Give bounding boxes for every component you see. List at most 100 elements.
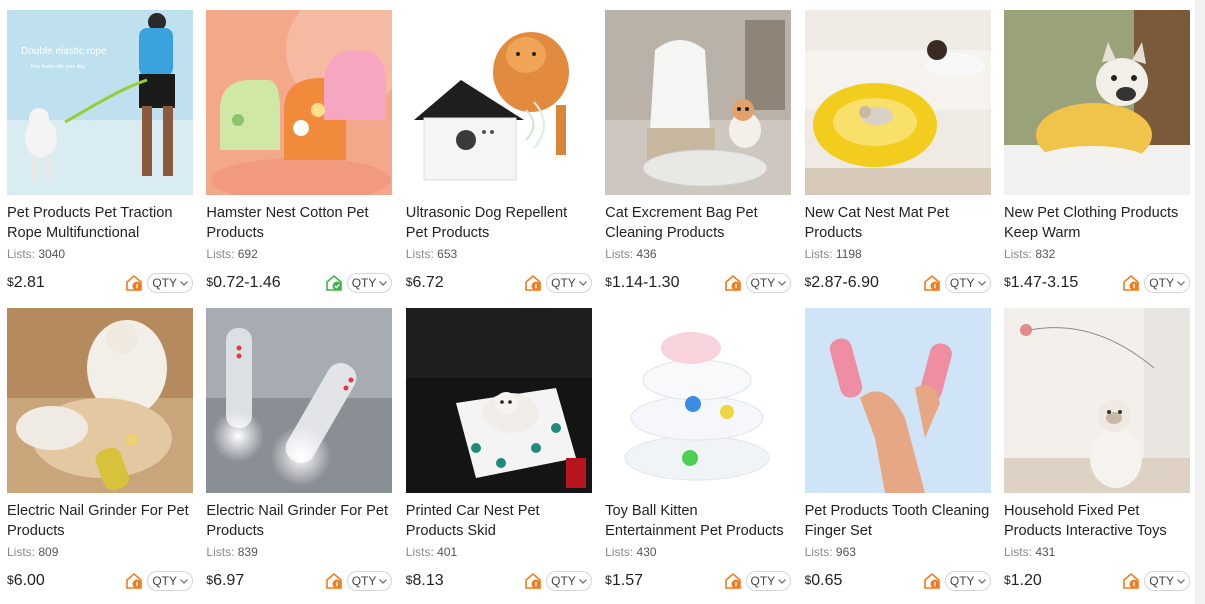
qty-dropdown[interactable]: QTY xyxy=(1144,273,1190,293)
product-price: $2.87-6.90 xyxy=(805,274,923,292)
store-badge-icon[interactable] xyxy=(1122,274,1140,292)
product-grid: Double elastic rope Run freely with your… xyxy=(7,10,1190,592)
qty-dropdown[interactable]: QTY xyxy=(147,273,193,293)
lists-label: Lists: xyxy=(206,247,235,261)
lists-count: 692 xyxy=(237,247,258,261)
price-currency: $ xyxy=(7,275,14,289)
product-title[interactable]: Cat Excrement Bag Pet Cleaning Products xyxy=(605,203,791,243)
lists-count: 839 xyxy=(237,545,258,559)
store-badge-icon[interactable] xyxy=(325,572,343,590)
price-value: 6.72 xyxy=(412,274,444,291)
qty-dropdown[interactable]: QTY xyxy=(546,273,592,293)
product-card[interactable]: Electric Nail Grinder For Pet Products L… xyxy=(206,308,393,592)
qty-dropdown[interactable]: QTY xyxy=(147,571,193,591)
chevron-down-icon xyxy=(778,579,787,584)
product-image[interactable] xyxy=(1003,10,1190,195)
product-card[interactable]: Cat Excrement Bag Pet Cleaning Products … xyxy=(605,10,792,294)
qty-dropdown[interactable]: QTY xyxy=(944,273,991,293)
product-image[interactable] xyxy=(605,308,792,493)
qty-dropdown[interactable]: QTY xyxy=(745,273,792,293)
chevron-down-icon xyxy=(778,281,787,286)
product-title[interactable]: Ultrasonic Dog Repellent Pet Products xyxy=(406,203,592,243)
qty-dropdown[interactable]: QTY xyxy=(745,571,792,591)
lists-count: 430 xyxy=(636,545,657,559)
product-image[interactable]: Double elastic rope Run freely with your… xyxy=(7,10,193,195)
qty-dropdown[interactable]: QTY xyxy=(546,571,592,591)
product-title[interactable]: Electric Nail Grinder For Pet Products xyxy=(7,501,193,541)
chevron-down-icon xyxy=(578,281,587,286)
price-currency: $ xyxy=(206,573,214,587)
product-lists: Lists: 430 xyxy=(605,544,791,560)
product-card[interactable]: Pet Products Tooth Cleaning Finger Set L… xyxy=(804,308,991,592)
product-title[interactable]: Toy Ball Kitten Entertainment Pet Produc… xyxy=(605,501,791,541)
store-badge-icon[interactable] xyxy=(524,572,542,590)
product-image[interactable] xyxy=(405,10,592,195)
verified-store-icon[interactable] xyxy=(325,274,343,292)
lists-label: Lists: xyxy=(605,247,634,261)
product-card[interactable]: Household Fixed Pet Products Interactive… xyxy=(1003,308,1190,592)
product-price: $6.97 xyxy=(206,572,324,590)
store-badge-icon[interactable] xyxy=(923,274,941,292)
product-image[interactable] xyxy=(804,10,991,195)
product-image[interactable] xyxy=(206,308,393,493)
lists-count: 963 xyxy=(835,545,856,559)
qty-label: QTY xyxy=(750,276,776,290)
qty-dropdown[interactable]: QTY xyxy=(346,571,393,591)
store-badge-icon[interactable] xyxy=(125,274,143,292)
product-price: $1.57 xyxy=(605,572,723,590)
qty-dropdown[interactable]: QTY xyxy=(346,273,393,293)
lists-label: Lists: xyxy=(804,545,833,559)
store-badge-icon[interactable] xyxy=(1122,572,1140,590)
product-image[interactable] xyxy=(405,308,592,493)
store-badge-icon[interactable] xyxy=(724,572,742,590)
chevron-down-icon xyxy=(977,281,986,286)
product-price: $1.20 xyxy=(1004,572,1122,590)
product-image[interactable] xyxy=(206,10,393,195)
product-title[interactable]: Printed Car Nest Pet Products Skid xyxy=(406,501,592,541)
product-lists: Lists: 653 xyxy=(406,246,592,262)
product-title[interactable]: New Cat Nest Mat Pet Products xyxy=(805,203,991,243)
lists-label: Lists: xyxy=(405,247,434,261)
store-badge-icon[interactable] xyxy=(724,274,742,292)
product-title[interactable]: Electric Nail Grinder For Pet Products xyxy=(206,501,392,541)
product-title[interactable]: Pet Products Tooth Cleaning Finger Set xyxy=(805,501,991,541)
qty-dropdown[interactable]: QTY xyxy=(1144,571,1190,591)
product-card[interactable]: Electric Nail Grinder For Pet Products L… xyxy=(7,308,193,592)
price-value: 2.81 xyxy=(13,274,45,291)
store-badge-icon[interactable] xyxy=(923,572,941,590)
product-price: $1.14-1.30 xyxy=(605,274,723,292)
product-title[interactable]: Pet Products Pet Traction Rope Multifunc… xyxy=(7,203,193,243)
product-card[interactable]: Printed Car Nest Pet Products Skid Lists… xyxy=(405,308,592,592)
product-image[interactable] xyxy=(804,308,991,493)
product-card[interactable]: New Cat Nest Mat Pet Products Lists: 119… xyxy=(804,10,991,294)
product-title[interactable]: New Pet Clothing Products Keep Warm xyxy=(1004,203,1190,243)
store-badge-icon[interactable] xyxy=(524,274,542,292)
product-card[interactable]: New Pet Clothing Products Keep Warm List… xyxy=(1003,10,1190,294)
price-value: 6.97 xyxy=(213,572,245,589)
product-card[interactable]: Hamster Nest Cotton Pet Products Lists: … xyxy=(206,10,393,294)
price-value: 1.57 xyxy=(611,572,643,589)
qty-label: QTY xyxy=(551,276,576,290)
product-title[interactable]: Hamster Nest Cotton Pet Products xyxy=(206,203,392,243)
product-lists: Lists: 809 xyxy=(7,544,193,560)
vertical-scrollbar[interactable] xyxy=(1195,0,1205,604)
price-currency: $ xyxy=(405,573,413,587)
product-card[interactable]: Ultrasonic Dog Repellent Pet Products Li… xyxy=(405,10,592,294)
qty-dropdown[interactable]: QTY xyxy=(944,571,991,591)
product-card[interactable]: Toy Ball Kitten Entertainment Pet Produc… xyxy=(605,308,792,592)
product-image[interactable] xyxy=(7,308,193,493)
product-image[interactable] xyxy=(1003,308,1190,493)
price-value: 1.20 xyxy=(1010,572,1042,589)
product-title[interactable]: Household Fixed Pet Products Interactive… xyxy=(1004,501,1190,541)
product-card[interactable]: Double elastic rope Run freely with your… xyxy=(7,10,193,294)
product-image[interactable] xyxy=(605,10,792,195)
chevron-down-icon xyxy=(379,579,388,584)
qty-label: QTY xyxy=(152,276,177,290)
price-currency: $ xyxy=(1003,573,1011,587)
product-lists: Lists: 1198 xyxy=(805,246,991,262)
qty-label: QTY xyxy=(949,574,975,588)
chevron-down-icon xyxy=(1177,579,1185,584)
price-currency: $ xyxy=(206,275,214,289)
store-badge-icon[interactable] xyxy=(125,572,143,590)
chevron-down-icon xyxy=(379,281,388,286)
